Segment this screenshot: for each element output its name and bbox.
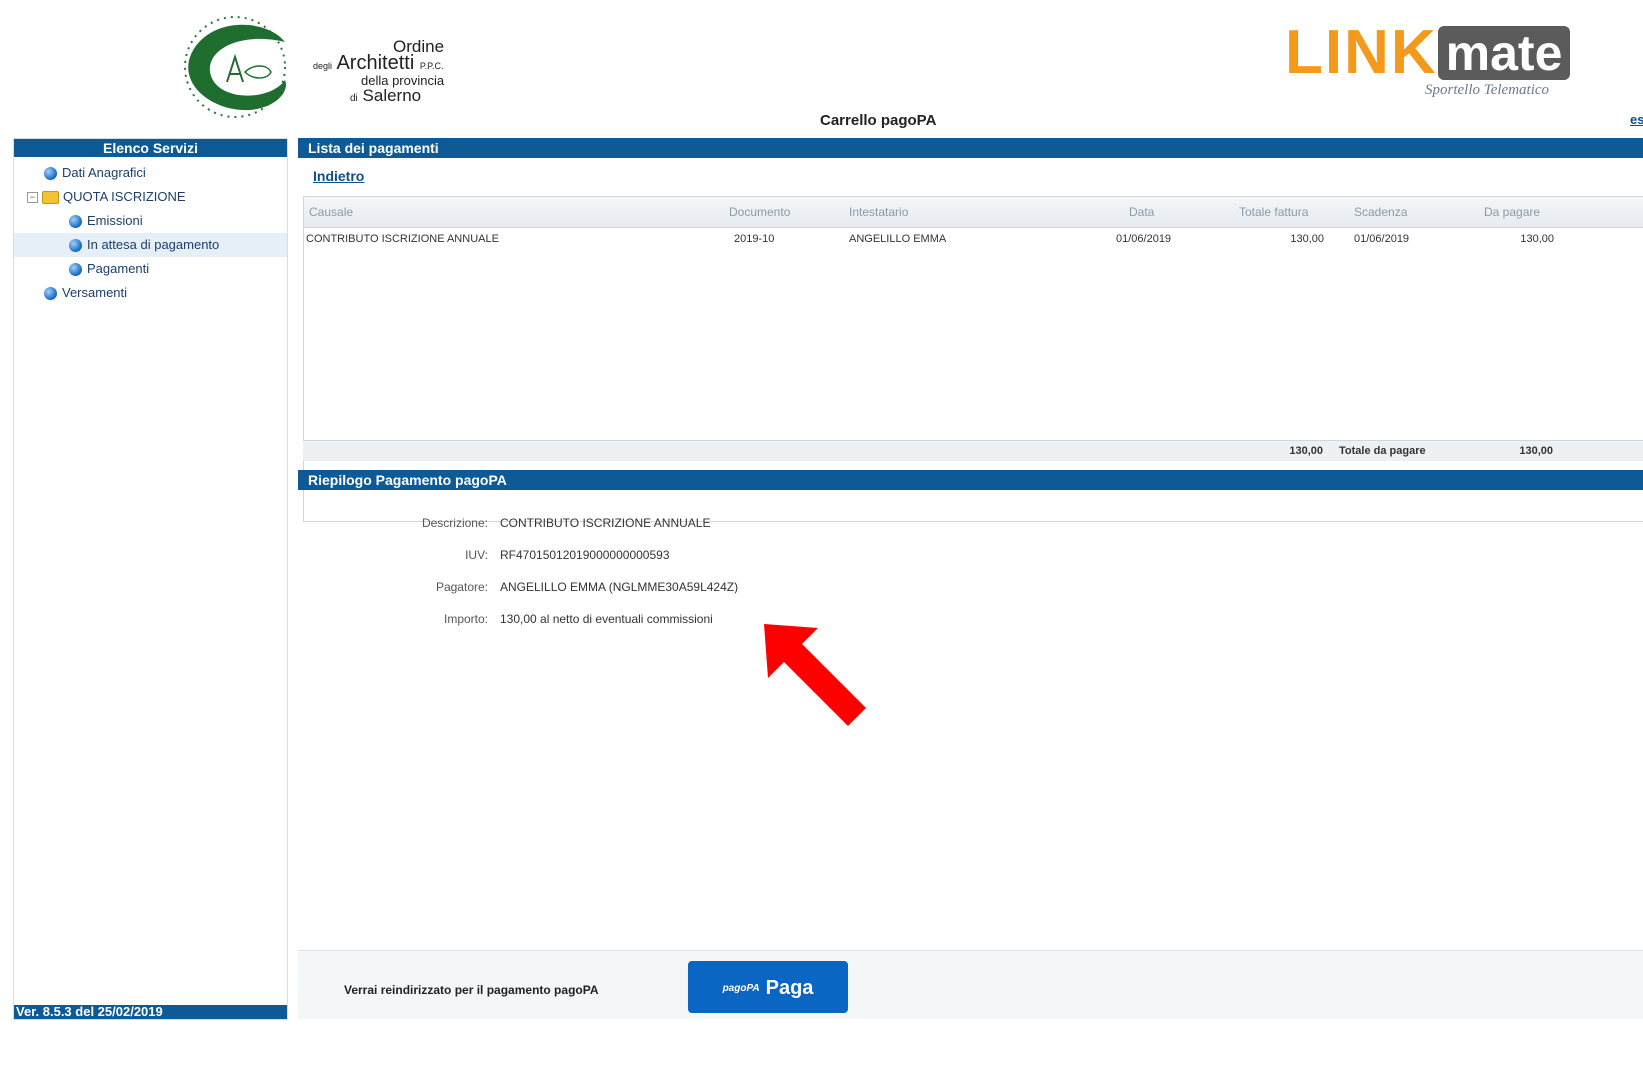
folder-icon: [42, 191, 59, 205]
globe-icon: [44, 167, 57, 181]
sidebar: Elenco Servizi Dati Anagrafici − QUOTA IS…: [13, 138, 288, 1020]
summary-label: Importo:: [443, 612, 488, 626]
pay-area: Verrai reindirizzato per il pagamento pa…: [298, 950, 1643, 1019]
summary-label: Pagatore:: [435, 580, 488, 594]
main-content: Lista dei pagamenti Indietro Causale Doc…: [298, 138, 1643, 1018]
total-label: Totale da pagare: [1339, 445, 1426, 457]
total-value: 130,00: [1519, 445, 1553, 457]
pagopa-logo-icon: pagoPA: [722, 982, 760, 994]
column-header-documento[interactable]: Documento: [729, 197, 790, 227]
summary-value: RF47015012019000000000593: [500, 548, 670, 562]
pay-button[interactable]: pagoPA Paga: [688, 961, 848, 1013]
column-header-scadenza[interactable]: Scadenza: [1354, 197, 1407, 227]
linkmate-logo: LINK mate Sportello Telematico: [1285, 22, 1643, 107]
brand-link-text: LINK: [1285, 22, 1438, 87]
cell-totale-fattura: 130,00: [1290, 233, 1324, 245]
pay-redirect-message: Verrai reindirizzato per il pagamento pa…: [344, 983, 599, 997]
table-header: Causale Documento Intestatario Data Tota…: [304, 197, 1643, 228]
total-sum: 130,00: [1289, 445, 1323, 457]
summary-descrizione: Descrizione: CONTRIBUTO ISCRIZIONE ANNUAL…: [298, 516, 711, 532]
sidebar-item-in-attesa-di-pagamento[interactable]: In attesa di pagamento: [14, 233, 287, 257]
sidebar-item-dati-anagrafici[interactable]: Dati Anagrafici: [14, 161, 287, 185]
column-header-totale-fattura[interactable]: Totale fattura: [1239, 197, 1308, 227]
globe-icon: [69, 215, 82, 229]
exit-link[interactable]: esci: [1630, 112, 1643, 127]
column-header-intestatario[interactable]: Intestatario: [849, 197, 908, 227]
logo-emblem-icon: [184, 16, 286, 118]
summary-label: IUV:: [465, 548, 488, 562]
sidebar-item-label: QUOTA ISCRIZIONE: [63, 189, 186, 204]
back-link[interactable]: Indietro: [313, 168, 364, 184]
summary-pagatore: Pagatore: ANGELILLO EMMA (NGLMME30A59L424…: [298, 580, 738, 596]
version-label: Ver. 8.5.3 del 25/02/2019: [14, 1005, 287, 1019]
summary-value: 130,00 al netto di eventuali commissioni: [500, 612, 713, 626]
payments-list-title: Lista dei pagamenti: [298, 138, 1643, 158]
brand-subtitle: Sportello Telematico: [1425, 82, 1550, 98]
cell-intestatario: ANGELILLO EMMA: [849, 233, 947, 245]
table-total-row: 130,00 Totale da pagare 130,00: [303, 440, 1643, 461]
summary-label: Descrizione:: [421, 516, 488, 530]
ordine-architetti-logo: Ordine degli Architetti P.P.C. della pro…: [175, 12, 475, 122]
brand-mate-text: mate: [1437, 26, 1571, 80]
table-row[interactable]: CONTRIBUTO ISCRIZIONE ANNUALE 2019-10 AN…: [304, 228, 1643, 250]
sidebar-item-label: Emissioni: [87, 213, 143, 228]
sidebar-item-pagamenti[interactable]: Pagamenti: [14, 257, 287, 281]
summary-value: ANGELILLO EMMA (NGLMME30A59L424Z): [500, 580, 739, 594]
cell-documento: 2019-10: [734, 233, 775, 245]
globe-icon: [69, 263, 82, 277]
red-arrow-icon: [764, 624, 866, 726]
sidebar-tree: Dati Anagrafici − QUOTA ISCRIZIONE Emissi…: [14, 157, 287, 305]
sidebar-item-quota-iscrizione[interactable]: − QUOTA ISCRIZIONE: [14, 185, 287, 209]
logo-line-salerno: di Salerno: [350, 86, 422, 105]
sidebar-item-label: Pagamenti: [87, 261, 150, 276]
sidebar-item-label: Dati Anagrafici: [62, 165, 146, 180]
pay-button-label: Paga: [765, 977, 814, 999]
summary-iuv: IUV: RF47015012019000000000593: [298, 548, 670, 564]
cell-da-pagare: 130,00: [1520, 233, 1554, 245]
page-title: Carrello pagoPA: [820, 112, 937, 129]
summary-value: CONTRIBUTO ISCRIZIONE ANNUALE: [500, 516, 711, 530]
column-header-causale[interactable]: Causale: [309, 197, 353, 227]
cell-causale: CONTRIBUTO ISCRIZIONE ANNUALE: [306, 233, 499, 245]
header: Ordine degli Architetti P.P.C. della pro…: [0, 0, 1643, 137]
globe-icon: [44, 287, 57, 301]
sidebar-title: Elenco Servizi: [14, 139, 287, 157]
sidebar-item-label: Versamenti: [62, 285, 128, 300]
sidebar-item-label: In attesa di pagamento: [87, 237, 220, 252]
column-header-data[interactable]: Data: [1129, 197, 1154, 227]
collapse-icon[interactable]: −: [27, 192, 38, 204]
logo-line-architetti: degli Architetti P.P.C.: [313, 52, 444, 74]
summary-title: Riepilogo Pagamento pagoPA: [298, 470, 1643, 490]
summary-importo: Importo: 130,00 al netto di eventuali com…: [298, 612, 713, 628]
cell-data: 01/06/2019: [1116, 233, 1172, 245]
sidebar-item-emissioni[interactable]: Emissioni: [14, 209, 287, 233]
globe-icon: [69, 239, 82, 253]
sidebar-item-versamenti[interactable]: Versamenti: [14, 281, 287, 305]
cell-scadenza: 01/06/2019: [1354, 233, 1410, 245]
column-header-da-pagare[interactable]: Da pagare: [1484, 197, 1540, 227]
